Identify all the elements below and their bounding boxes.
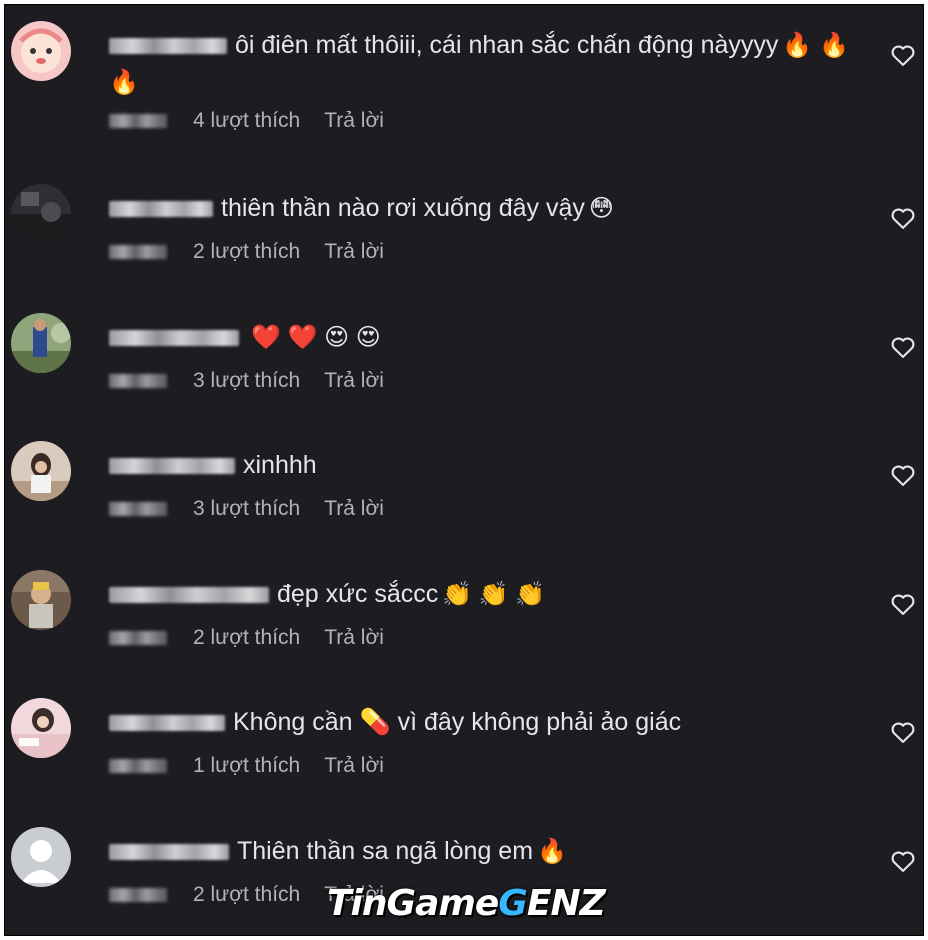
username-blurred[interactable] (109, 38, 227, 55)
avatar[interactable] (11, 570, 71, 630)
username-blurred[interactable] (109, 458, 235, 475)
heart-icon[interactable] (889, 847, 917, 875)
timestamp-blurred (109, 245, 167, 259)
comment-emojis: 🔥 (537, 838, 567, 865)
timestamp-blurred (109, 374, 167, 388)
comment-text: xinhhh (243, 451, 317, 479)
like-count[interactable]: 2 lượt thích (193, 883, 300, 907)
reply-button[interactable]: Trả lời (324, 497, 384, 521)
comment-text: ôi điên mất thôiii, cái nhan sắc chấn độ… (235, 31, 779, 59)
comment-emojis: ❤️ ❤️ 😍 😍 (251, 324, 381, 351)
avatar[interactable] (11, 827, 71, 887)
reply-button[interactable]: Trả lời (324, 626, 384, 650)
comment-item: ôi điên mất thôiii, cái nhan sắc chấn độ… (5, 5, 923, 133)
heart-icon[interactable] (889, 204, 917, 232)
heart-icon[interactable] (889, 590, 917, 618)
like-count[interactable]: 2 lượt thích (193, 626, 300, 650)
username-blurred[interactable] (109, 201, 213, 218)
comment-emojis: 😳 (588, 195, 614, 222)
comment-item: thiên thần nào rơi xuống đây vậy 😳 2 lượt… (5, 152, 923, 280)
comment-item: xinhhh 3 lượt thích Trả lời (5, 409, 923, 537)
comments-panel: ôi điên mất thôiii, cái nhan sắc chấn độ… (4, 4, 924, 936)
avatar[interactable] (11, 441, 71, 501)
like-count[interactable]: 3 lượt thích (193, 497, 300, 521)
comment-item: Không cần 💊 vì đây không phải ảo giác 1 … (5, 666, 923, 794)
like-count[interactable]: 1 lượt thích (193, 754, 300, 778)
reply-button[interactable]: Trả lời (324, 109, 384, 133)
reply-button[interactable]: Trả lời (324, 240, 384, 264)
timestamp-blurred (109, 888, 167, 902)
username-blurred[interactable] (109, 715, 225, 732)
comment-text: đẹp xức sắccc (277, 580, 439, 608)
reply-button[interactable]: Trả lời (324, 754, 384, 778)
avatar[interactable] (11, 313, 71, 373)
timestamp-blurred (109, 759, 167, 773)
like-count[interactable]: 3 lượt thích (193, 369, 300, 393)
comment-text: Không cần 💊 vì đây không phải ảo giác (233, 708, 682, 736)
timestamp-blurred (109, 114, 167, 128)
like-count[interactable]: 4 lượt thích (193, 109, 300, 133)
avatar[interactable] (11, 21, 71, 81)
heart-icon[interactable] (889, 718, 917, 746)
avatar[interactable] (11, 184, 71, 244)
comment-item: đẹp xức sắccc 👏 👏 👏 2 lượt thích Trả lời (5, 538, 923, 666)
username-blurred[interactable] (109, 587, 269, 604)
like-count[interactable]: 2 lượt thích (193, 240, 300, 264)
timestamp-blurred (109, 631, 167, 645)
heart-icon[interactable] (889, 333, 917, 361)
heart-icon[interactable] (889, 461, 917, 489)
comment-text: thiên thần nào rơi xuống đây vậy (221, 194, 585, 222)
comment-emojis: 👏 👏 👏 (442, 581, 546, 608)
timestamp-blurred (109, 502, 167, 516)
username-blurred[interactable] (109, 844, 229, 861)
watermark-logo: TinGameGENZ (327, 883, 606, 924)
reply-button[interactable]: Trả lời (324, 369, 384, 393)
username-blurred[interactable] (109, 330, 239, 347)
comment-text: Thiên thần sa ngã lòng em (237, 837, 534, 865)
heart-icon[interactable] (889, 41, 917, 69)
comment-item: ❤️ ❤️ 😍 😍 3 lượt thích Trả lời (5, 281, 923, 409)
avatar[interactable] (11, 698, 71, 758)
